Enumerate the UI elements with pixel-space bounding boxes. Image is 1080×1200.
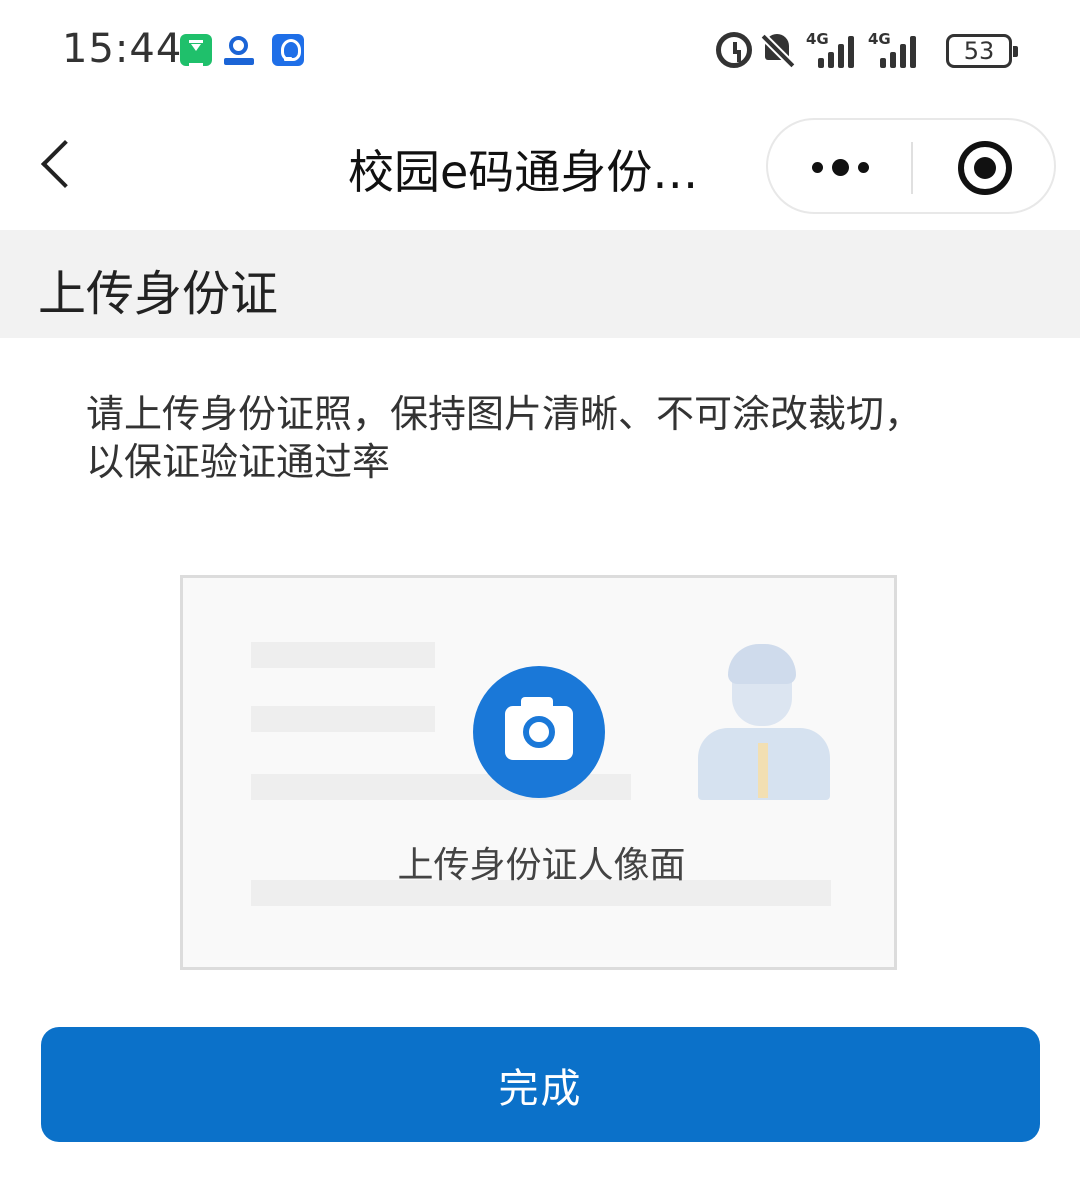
campus-app-icon [222, 34, 254, 66]
battery-level: 53 [963, 37, 995, 65]
nav-bar: 校园e码通身份… [0, 100, 1080, 230]
placeholder-line [251, 706, 435, 732]
lightbulb-icon [272, 34, 304, 66]
signal-icon: 4G [868, 30, 926, 70]
page-title: 校园e码通身份… [348, 145, 699, 199]
status-bar: 15:44 4G 4G 53 [0, 0, 1080, 100]
network-type-label: 4G [868, 30, 891, 48]
bell-off-icon [760, 32, 795, 68]
upload-label: 上传身份证人像面 [397, 845, 686, 886]
status-time: 15:44 [62, 26, 183, 72]
more-dots-icon[interactable] [808, 156, 878, 180]
instruction-text: 请上传身份证照，保持图片清晰、不可涂改裁切，以保证验证通过率 [86, 392, 923, 484]
signal-icon: 4G [806, 30, 864, 70]
placeholder-line [251, 642, 435, 668]
capsule-divider [911, 142, 913, 194]
alarm-icon [716, 32, 752, 68]
mini-program-capsule [766, 118, 1056, 214]
network-type-label: 4G [806, 30, 829, 48]
chevron-left-icon[interactable] [40, 139, 90, 189]
portrait-placeholder-icon [698, 644, 833, 803]
section-title: 上传身份证 [38, 266, 279, 322]
done-button[interactable]: 完成 [41, 1027, 1040, 1142]
battery-icon: 53 [946, 34, 1018, 68]
camera-icon [505, 697, 573, 760]
hourglass-icon [180, 34, 212, 66]
target-circle-icon[interactable] [958, 141, 1012, 195]
id-front-upload-area[interactable]: 上传身份证人像面 [180, 575, 897, 970]
section-header: 上传身份证 [0, 230, 1080, 338]
camera-button[interactable] [473, 666, 605, 798]
